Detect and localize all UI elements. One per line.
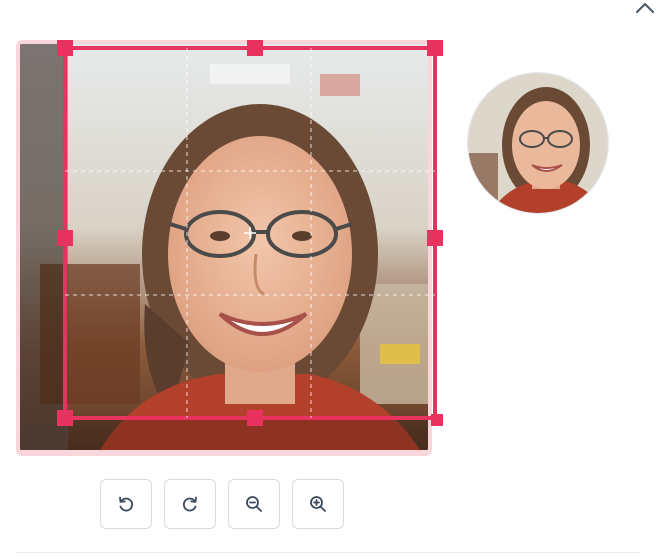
image-cropper[interactable] (16, 40, 432, 456)
source-photo (20, 44, 428, 450)
rotate-cw-icon (182, 496, 197, 512)
avatar-preview (467, 72, 609, 214)
crop-handle-bottom[interactable] (247, 410, 263, 426)
zoom-out-icon (246, 496, 262, 512)
zoom-out-button[interactable] (228, 479, 280, 529)
image-toolbar (100, 479, 344, 529)
crop-handle-bottom-left[interactable] (57, 410, 73, 426)
collapse-toggle-button[interactable] (630, 0, 662, 16)
chevron-up-icon (636, 3, 654, 13)
rotate-ccw-icon (119, 496, 134, 512)
crop-handle-top[interactable] (247, 40, 263, 56)
rotate-left-button[interactable] (100, 479, 152, 529)
zoom-in-button[interactable] (292, 479, 344, 529)
zoom-in-icon (310, 496, 326, 512)
crop-handle-right[interactable] (427, 230, 443, 246)
crop-handle-top-right[interactable] (427, 40, 443, 56)
rotate-right-button[interactable] (164, 479, 216, 529)
divider (16, 552, 640, 553)
crop-handle-bottom-right[interactable] (431, 414, 443, 426)
crop-handle-left[interactable] (57, 230, 73, 246)
crop-handle-top-left[interactable] (57, 40, 73, 56)
